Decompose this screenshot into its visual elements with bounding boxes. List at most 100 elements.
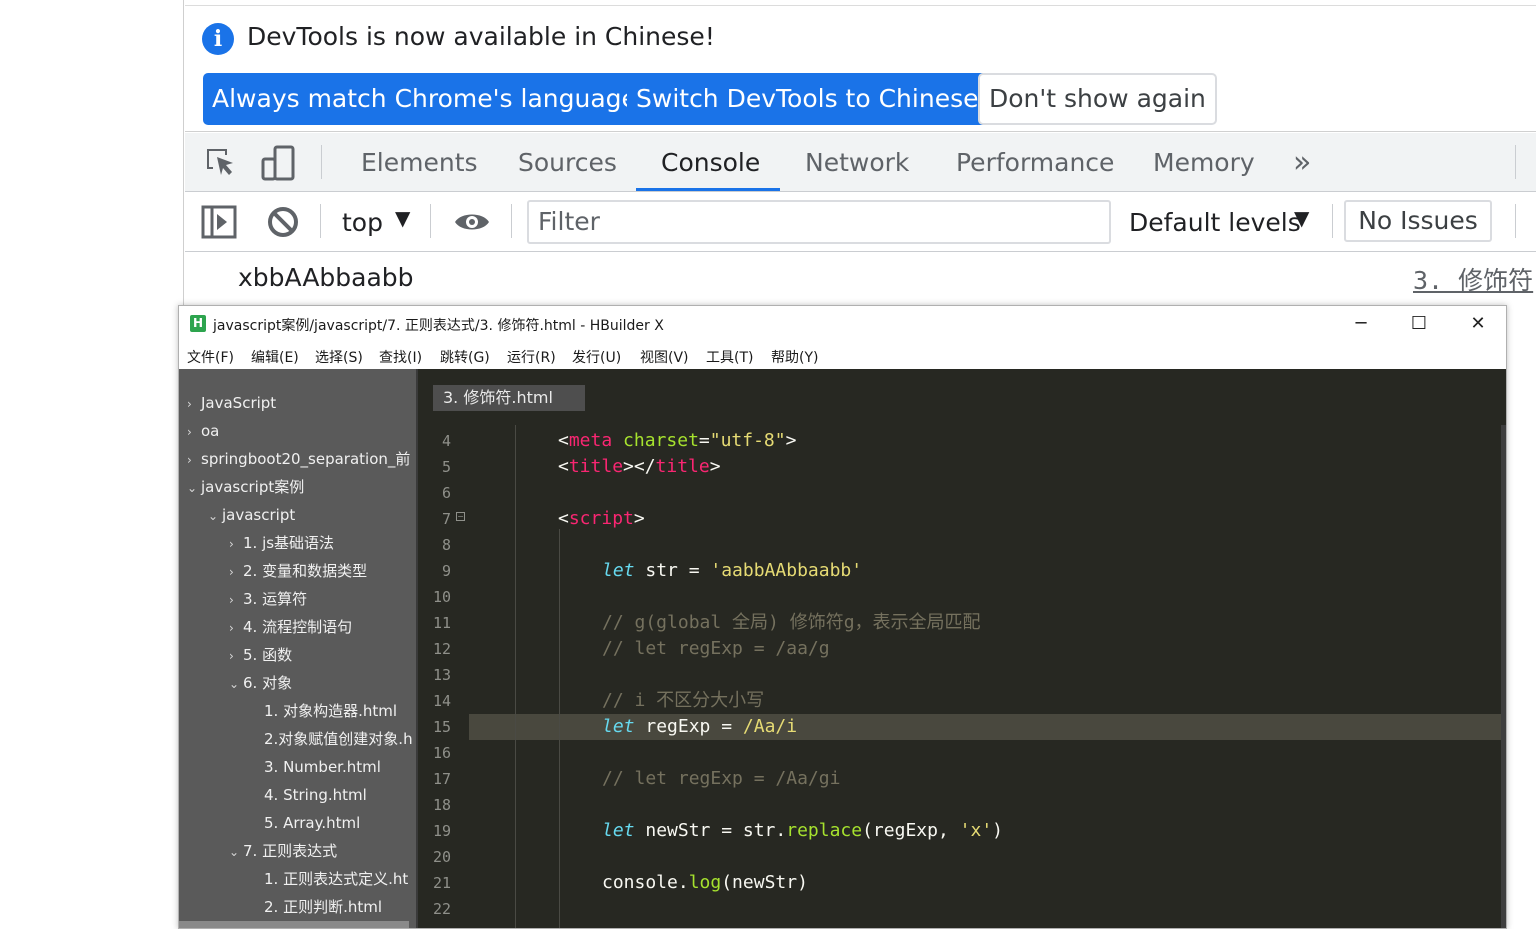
dont-show-again-button[interactable]: Don't show again (978, 73, 1217, 125)
inspect-element-icon[interactable] (203, 145, 239, 181)
log-message: xbbAAbbaabb (238, 263, 414, 292)
menu-file[interactable]: 文件(F) (187, 347, 234, 367)
tree-item[interactable]: 3. Number.html (250, 753, 381, 781)
code-comment: // let regExp = /Aa/gi (602, 768, 841, 789)
tab-performance[interactable]: Performance (956, 133, 1114, 191)
menu-select[interactable]: 选择(S) (315, 347, 363, 367)
project-tree: › JavaScript › oa › springboot20_separation_前… (179, 369, 416, 928)
tree-item[interactable]: ⌄ 6. 对象 (229, 669, 292, 697)
toolbar-separator (321, 145, 322, 179)
tree-item[interactable]: ⌄ 7. 正则表达式 (229, 837, 337, 865)
toolbar-separator (1332, 204, 1333, 238)
switch-to-chinese-button[interactable]: Switch DevTools to Chinese (627, 73, 988, 125)
context-selector[interactable]: top (342, 208, 383, 237)
tree-item-label: javascript (222, 506, 296, 524)
tree-item[interactable]: › oa (187, 417, 219, 445)
tab-elements[interactable]: Elements (361, 133, 478, 191)
minimize-icon[interactable]: ─ (1341, 310, 1381, 338)
chevron-down-icon[interactable]: ⌄ (208, 502, 222, 530)
log-source-link[interactable]: 3. 修饰符 (1413, 261, 1533, 297)
tree-item[interactable]: 4. String.html (250, 781, 367, 809)
devtools-background (1507, 298, 1536, 929)
code-line: <script> (558, 508, 645, 529)
tree-item[interactable]: ⌄ javascript (208, 501, 295, 529)
menu-find[interactable]: 查找(I) (379, 347, 422, 367)
tab-memory[interactable]: Memory (1153, 133, 1255, 191)
tab-console[interactable]: Console (636, 133, 780, 191)
issues-button[interactable]: No Issues (1344, 200, 1492, 242)
fold-toggle-icon[interactable]: − (456, 512, 465, 521)
line-number: 9 (441, 562, 451, 580)
tree-item[interactable]: 5. Array.html (250, 809, 360, 837)
line-number: 21 (432, 874, 451, 892)
line-number: 22 (432, 900, 451, 918)
chevron-right-icon[interactable]: › (229, 586, 243, 614)
chevron-down-icon[interactable]: ⌄ (187, 474, 201, 502)
always-match-language-button[interactable]: Always match Chrome's language (203, 73, 646, 125)
tree-item[interactable]: › 2. 变量和数据类型 (229, 557, 367, 585)
tree-item[interactable]: 2. 正则判断.html (250, 893, 382, 921)
tab-network[interactable]: Network (805, 133, 909, 191)
tree-item-label: springboot20_separation_前 (201, 450, 411, 468)
tree-item[interactable]: › 1. js基础语法 (229, 529, 334, 557)
hbuilder-window: H javascript案例/javascript/7. 正则表达式/3. 修饰… (178, 305, 1507, 929)
tree-item[interactable]: 1. 正则表达式定义.ht (250, 865, 408, 893)
close-icon[interactable]: ✕ (1458, 310, 1498, 338)
show-sidebar-icon[interactable] (201, 204, 237, 240)
chevron-down-icon[interactable]: ▼ (395, 206, 410, 230)
tree-item-label: 3. Number.html (264, 758, 381, 776)
tree-item[interactable]: › springboot20_separation_前 (187, 445, 410, 473)
live-expression-eye-icon[interactable] (453, 204, 489, 240)
chevron-right-icon[interactable]: › (229, 642, 243, 670)
window-title: javascript案例/javascript/7. 正则表达式/3. 修饰符.… (213, 318, 664, 334)
line-number: 10 (432, 588, 451, 606)
tree-item[interactable]: › JavaScript (187, 389, 276, 417)
editor-vertical-scrollbar[interactable] (1501, 425, 1506, 928)
tree-item[interactable]: 2.对象赋值创建对象.h (250, 725, 413, 753)
chevron-right-icon[interactable]: › (187, 446, 201, 474)
tree-item-label: JavaScript (201, 394, 277, 412)
menu-publish[interactable]: 发行(U) (572, 347, 621, 367)
menu-goto[interactable]: 跳转(G) (440, 347, 490, 367)
chevron-right-icon[interactable]: › (229, 614, 243, 642)
hbuilder-logo-icon: H (190, 315, 206, 332)
maximize-icon[interactable]: ☐ (1399, 310, 1439, 338)
menu-view[interactable]: 视图(V) (640, 347, 689, 367)
menu-bar: 文件(F) 编辑(E) 选择(S) 查找(I) 跳转(G) 运行(R) 发行(U… (179, 342, 1506, 369)
page-blank-area (0, 0, 184, 929)
line-number: 5 (441, 458, 451, 476)
console-filter-input[interactable]: Filter (527, 200, 1111, 244)
tree-item[interactable]: › 5. 函数 (229, 641, 292, 669)
chevron-right-icon[interactable]: › (229, 530, 243, 558)
tree-item-label: 2. 正则判断.html (264, 898, 383, 916)
tree-item-label: 1. 对象构造器.html (264, 702, 398, 720)
chevron-down-icon[interactable]: ⌄ (229, 670, 243, 698)
tree-horizontal-scrollbar[interactable] (179, 921, 409, 928)
more-tabs-icon[interactable]: » (1293, 145, 1311, 180)
tree-item[interactable]: › 3. 运算符 (229, 585, 307, 613)
menu-edit[interactable]: 编辑(E) (251, 347, 299, 367)
chevron-right-icon[interactable]: › (229, 558, 243, 586)
language-infobar: i DevTools is now available in Chinese! … (185, 6, 1536, 132)
chevron-right-icon[interactable]: › (187, 418, 201, 446)
chevron-down-icon[interactable]: ⌄ (229, 838, 243, 866)
clear-console-icon[interactable] (265, 204, 301, 240)
menu-help[interactable]: 帮助(Y) (771, 347, 818, 367)
code-line: let regExp = /Aa/i (602, 716, 798, 737)
tree-item[interactable]: 1. 对象构造器.html (250, 697, 397, 725)
editor-file-tab[interactable]: 3. 修饰符.html (433, 385, 585, 411)
code-line: <title></title> (558, 456, 721, 477)
tree-item[interactable]: › 4. 流程控制语句 (229, 613, 352, 641)
device-toolbar-icon[interactable] (261, 145, 297, 181)
chevron-down-icon[interactable]: ▼ (1294, 206, 1309, 230)
tree-item[interactable]: ⌄ javascript案例 (187, 473, 304, 501)
tab-sources[interactable]: Sources (518, 133, 617, 191)
info-icon: i (202, 23, 234, 55)
log-levels-dropdown[interactable]: Default levels (1129, 208, 1301, 237)
code-editor[interactable]: 3. 修饰符.html 4 5 6 7 8 9 10 11 12 13 14 15 16 17 18 19 20… (418, 369, 1506, 928)
code-line: console.log(newStr) (602, 872, 808, 893)
chevron-right-icon[interactable]: › (187, 390, 201, 418)
tree-item-label: 3. 运算符 (243, 590, 308, 608)
menu-run[interactable]: 运行(R) (507, 347, 556, 367)
menu-tools[interactable]: 工具(T) (706, 347, 753, 367)
